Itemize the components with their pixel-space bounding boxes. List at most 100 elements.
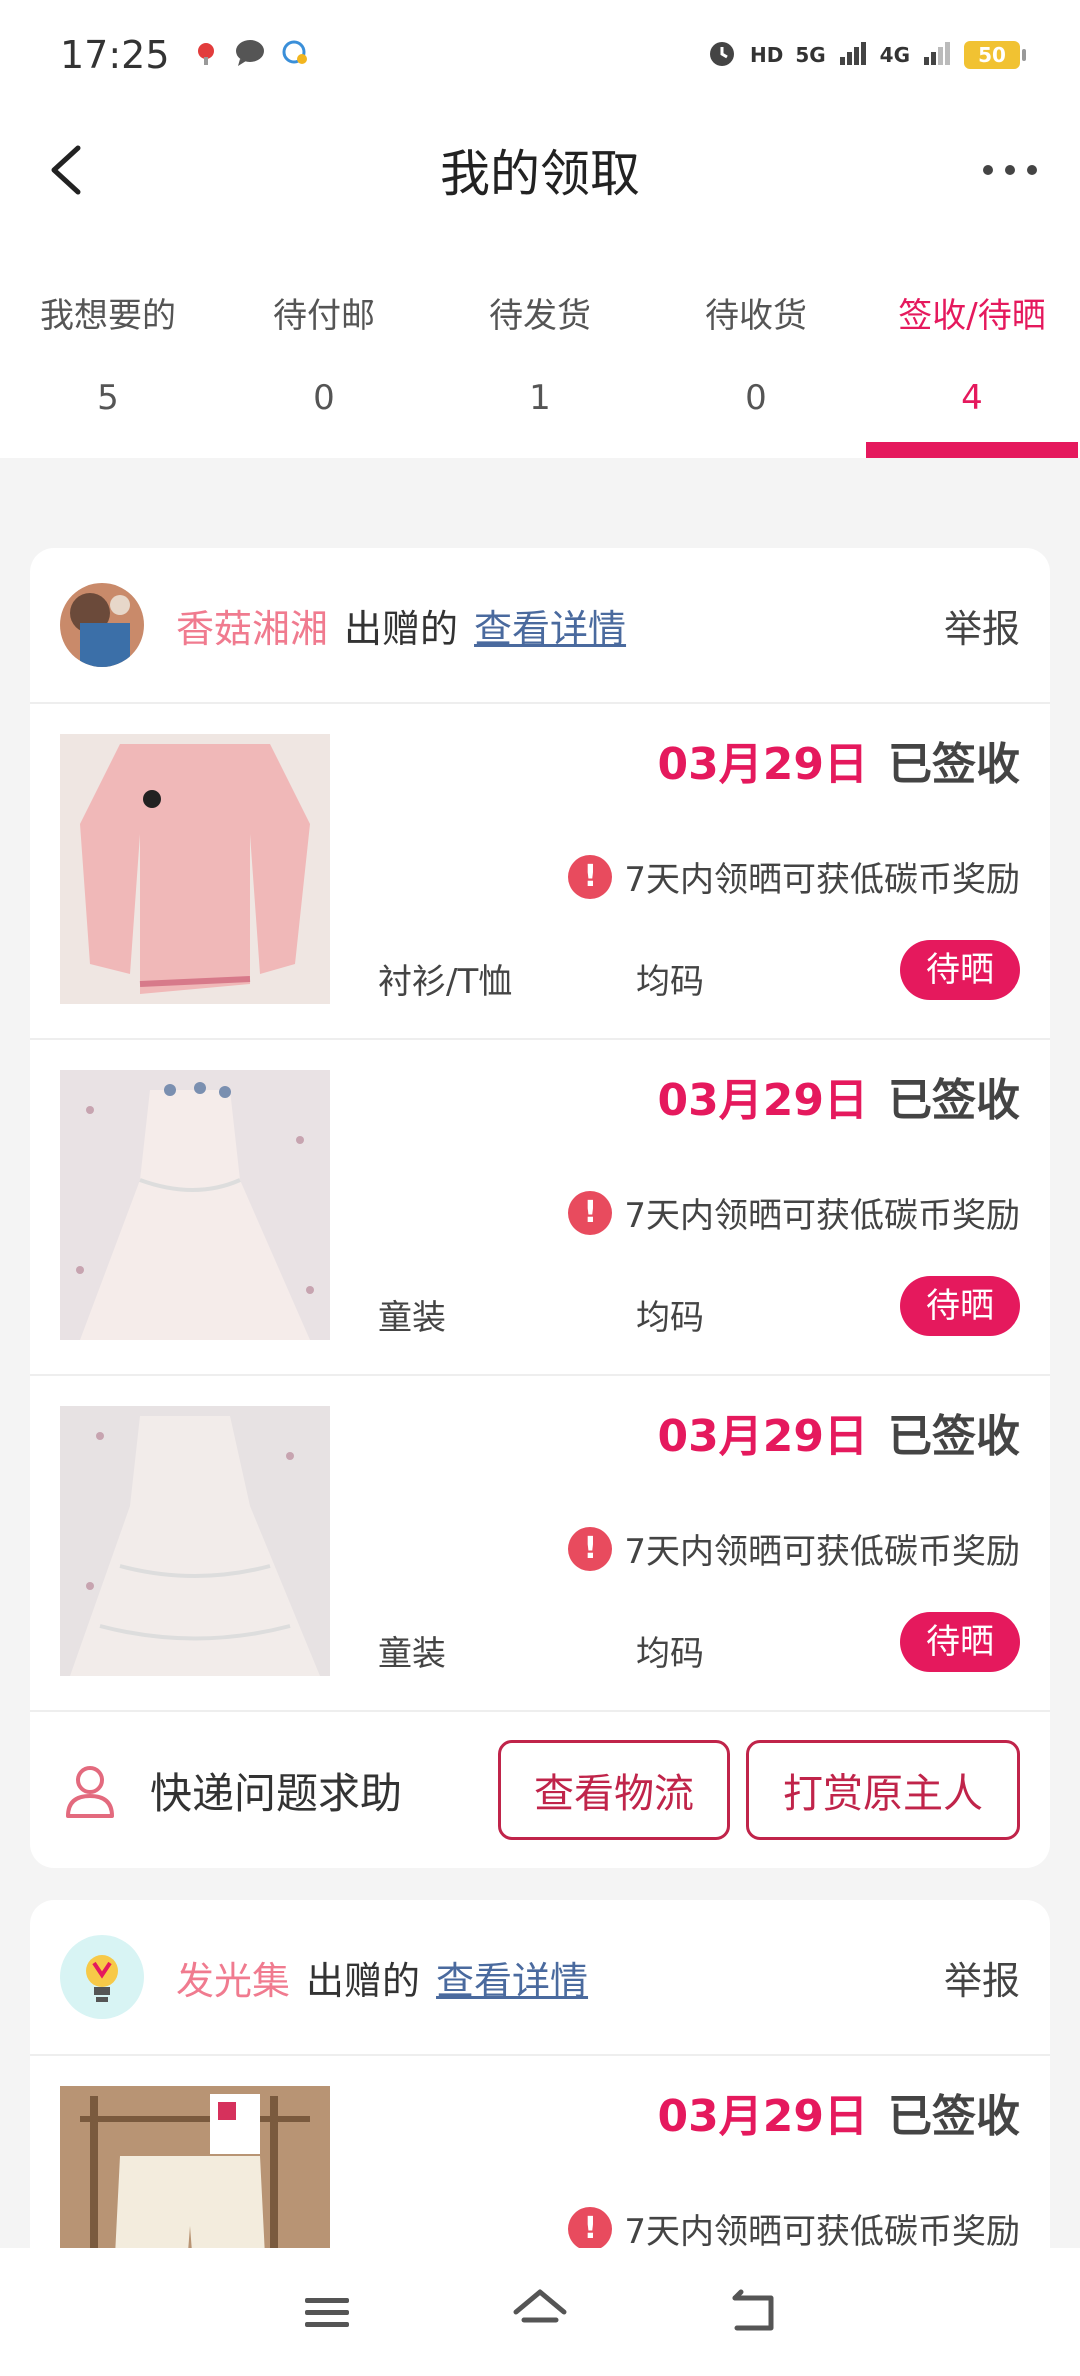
white-dress-image <box>60 1406 330 1676</box>
received-item[interactable]: 03月29日 已签收 ! 7天内领晒可获低碳币奖励 童装 均码 待晒 <box>30 1376 1050 1712</box>
reward-notice-text: 7天内领晒可获低碳币奖励 <box>624 2212 1020 2252</box>
status-notification-icons <box>192 39 310 71</box>
back-nav-button[interactable] <box>723 2282 783 2342</box>
network-5g-label: 5G <box>795 43 826 67</box>
menu-button[interactable] <box>297 2282 357 2342</box>
tab-count: 4 <box>961 378 983 418</box>
view-details-link[interactable]: 查看详情 <box>436 1950 588 2005</box>
tab-count: 0 <box>745 378 767 418</box>
signed-status: 已签收 <box>888 1411 1020 1462</box>
reward-notice-text: 7天内领晒可获低碳币奖励 <box>624 1532 1020 1572</box>
to-share-button[interactable]: 待晒 <box>900 1276 1020 1336</box>
reward-notice: ! 7天内领晒可获低碳币奖励 <box>568 2204 1020 2253</box>
user-icon <box>66 1766 114 1818</box>
white-dress-image <box>60 1070 330 1340</box>
giver-suffix: 出赠的 <box>306 1958 421 2003</box>
item-photo[interactable] <box>60 1406 330 1676</box>
lightbulb-avatar-icon <box>60 1935 144 2019</box>
view-logistics-button[interactable]: 查看物流 <box>498 1740 730 1840</box>
signed-status: 已签收 <box>888 1075 1020 1126</box>
gift-card: 香菇湘湘 出赠的 查看详情 举报 03月29日 已签收 ! 7天内领晒可获低碳币奖… <box>30 548 1050 1868</box>
return-icon <box>732 2289 774 2331</box>
view-details-link[interactable]: 查看详情 <box>474 598 626 653</box>
avatar[interactable] <box>60 583 144 667</box>
more-dots-icon <box>983 165 1037 175</box>
item-photo[interactable] <box>60 1070 330 1340</box>
more-options-button[interactable] <box>980 140 1040 200</box>
hd-badge: HD <box>749 43 784 67</box>
tab-underline-active <box>866 442 1078 458</box>
pink-shirt-image <box>60 734 330 1004</box>
item-size: 均码 <box>636 1298 704 1338</box>
help-label: 快递问题求助 <box>150 1768 403 1818</box>
tab-wanted[interactable]: 我想要的 5 <box>0 230 216 458</box>
home-icon <box>513 2289 567 2323</box>
item-size: 均码 <box>636 1634 704 1674</box>
to-share-button[interactable]: 待晒 <box>900 940 1020 1000</box>
page-title: 我的领取 <box>440 145 640 203</box>
reward-notice: ! 7天内领晒可获低碳币奖励 <box>568 852 1020 901</box>
page-header: 我的领取 <box>0 110 1080 230</box>
tab-label: 待发货 <box>489 296 591 336</box>
date-label: 03月29日 <box>657 2091 868 2142</box>
tip-owner-button[interactable]: 打赏原主人 <box>746 1740 1020 1840</box>
network-4g-label: 4G <box>879 43 910 67</box>
signed-date: 03月29日 已签收 <box>658 1064 1020 1128</box>
received-item[interactable]: 03月29日 已签收 ! 7天内领晒可获低碳币奖励 童装 均码 待晒 <box>30 1040 1050 1376</box>
received-item[interactable]: 03月29日 已签收 ! 7天内领晒可获低碳币奖励 衬衫/T恤 均码 待晒 <box>30 704 1050 1040</box>
status-bar: 17:25 HD 5G 4G 50 <box>0 0 1080 110</box>
status-system-icons: HD 5G 4G 50 <box>706 37 1026 73</box>
card-header: 香菇湘湘 出赠的 查看详情 举报 <box>30 548 1050 704</box>
date-label: 03月29日 <box>657 739 868 790</box>
courier-help-link[interactable]: 快递问题求助 <box>60 1760 402 1821</box>
alert-icon: ! <box>568 1190 613 1235</box>
menu-icon <box>304 2298 349 2327</box>
tab-pending-receipt[interactable]: 待收货 0 <box>648 230 864 458</box>
giver-name[interactable]: 发光集 <box>176 1950 290 2005</box>
alarm-icon <box>706 37 738 73</box>
signal-icon <box>838 39 868 71</box>
tab-label: 我想要的 <box>40 296 176 336</box>
signed-status: 已签收 <box>888 2091 1020 2142</box>
date-label: 03月29日 <box>657 1075 868 1126</box>
item-category: 童装 <box>378 1634 446 1674</box>
avatar[interactable] <box>60 1935 144 2019</box>
tab-count: 1 <box>529 378 551 418</box>
battery-indicator: 50 <box>964 41 1026 69</box>
giver-name[interactable]: 香菇湘湘 <box>176 598 328 653</box>
tab-pending-shipment[interactable]: 待发货 1 <box>432 230 648 458</box>
tab-pending-postage[interactable]: 待付邮 0 <box>216 230 432 458</box>
signed-date: 03月29日 已签收 <box>658 2080 1020 2144</box>
item-category: 童装 <box>378 1298 446 1338</box>
date-label: 03月29日 <box>657 1411 868 1462</box>
avatar-image <box>60 583 144 667</box>
report-button[interactable]: 举报 <box>944 598 1020 653</box>
app-notification-icon <box>192 39 220 71</box>
card-footer: 快递问题求助 查看物流 打赏原主人 <box>30 1712 1050 1868</box>
tab-count: 5 <box>97 378 119 418</box>
tab-label: 待付邮 <box>273 296 375 336</box>
status-tabs: 我想要的 5 待付邮 0 待发货 1 待收货 0 签收/待晒 4 <box>0 230 1080 458</box>
item-size: 均码 <box>636 962 704 1002</box>
back-arrow-icon <box>51 145 81 195</box>
status-time: 17:25 <box>60 33 170 77</box>
reward-notice-text: 7天内领晒可获低碳币奖励 <box>624 860 1020 900</box>
system-navigation-bar <box>0 2248 1080 2376</box>
home-button[interactable] <box>510 2282 570 2342</box>
report-button[interactable]: 举报 <box>944 1950 1020 2005</box>
signal-icon-2 <box>922 39 952 71</box>
item-category: 衬衫/T恤 <box>378 962 513 1002</box>
tab-label: 待收货 <box>705 296 807 336</box>
tab-received-to-share[interactable]: 签收/待晒 4 <box>864 230 1080 458</box>
gift-card: 发光集 出赠的 查看详情 举报 03月29日 已签收 ! 7天内领晒可获低碳币奖励 <box>30 1900 1050 2300</box>
to-share-button[interactable]: 待晒 <box>900 1612 1020 1672</box>
giver-suffix: 出赠的 <box>344 606 459 651</box>
item-photo[interactable] <box>60 734 330 1004</box>
reward-notice-text: 7天内领晒可获低碳币奖励 <box>624 1196 1020 1236</box>
alert-icon: ! <box>568 2206 613 2251</box>
chat-bubble-icon <box>280 39 310 71</box>
message-icon <box>234 39 266 71</box>
alert-icon: ! <box>568 854 613 899</box>
signed-date: 03月29日 已签收 <box>658 728 1020 792</box>
back-button[interactable] <box>40 140 100 200</box>
